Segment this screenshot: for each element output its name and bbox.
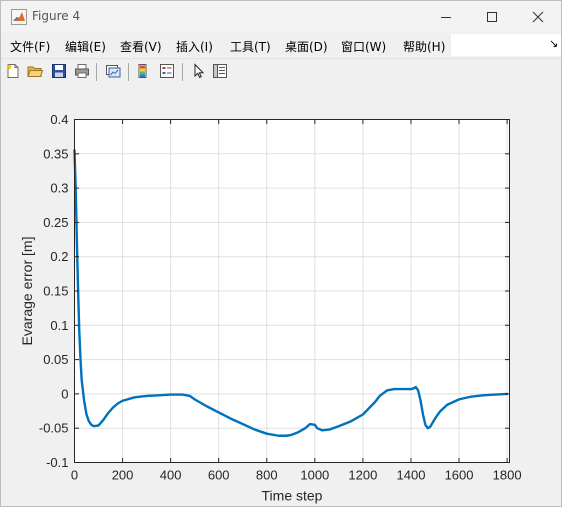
y-tick-label: -0.1 [46, 455, 68, 470]
x-tick-label: 1000 [300, 468, 329, 483]
toolbar-separator [182, 63, 183, 81]
figure-window: Figure 4 文件(F) 编辑(E) 查看(V) 插入(I) 工具(T) 桌… [0, 0, 562, 507]
y-tick-label: 0.15 [43, 284, 68, 299]
menu-view[interactable]: 查看(V) [120, 38, 162, 55]
legend-icon[interactable] [159, 63, 175, 79]
y-axis-label: Evarage error [m] [19, 237, 35, 346]
title-bar: Figure 4 [1, 1, 561, 32]
matlab-logo-icon [11, 9, 27, 25]
x-tick-label: 400 [160, 468, 182, 483]
window-title: Figure 4 [32, 9, 81, 23]
x-tick-label: 1800 [493, 468, 522, 483]
x-tick-label: 200 [112, 468, 134, 483]
x-tick-label: 600 [208, 468, 230, 483]
menu-window[interactable]: 窗口(W) [341, 38, 386, 55]
x-tick-labels: 0 200 400 600 800 1000 1200 1400 1600 1800 [71, 468, 522, 483]
toolbar-separator [96, 63, 97, 81]
x-tick-label: 1600 [445, 468, 474, 483]
new-figure-icon[interactable] [5, 63, 21, 79]
minimize-icon [441, 16, 451, 18]
x-tick-label: 1400 [397, 468, 426, 483]
menu-tools[interactable]: 工具(T) [230, 38, 271, 55]
x-tick-label: 0 [71, 468, 78, 483]
menu-bar: 文件(F) 编辑(E) 查看(V) 插入(I) 工具(T) 桌面(D) 窗口(W… [1, 32, 561, 58]
y-tick-label: 0.3 [50, 181, 68, 196]
y-tick-label: -0.05 [39, 421, 69, 436]
menu-insert[interactable]: 插入(I) [176, 38, 213, 55]
y-tick-label: 0.2 [50, 249, 68, 264]
link-plot-icon[interactable] [105, 63, 121, 79]
y-tick-label: 0.35 [43, 146, 68, 161]
figure-canvas: 0 200 400 600 800 1000 1200 1400 1600 1800 -0.1 -0… [1, 85, 561, 506]
y-tick-label: 0.4 [50, 112, 68, 127]
toolbar-separator [128, 63, 129, 81]
close-button[interactable] [515, 1, 561, 32]
menu-bar-filler [451, 34, 561, 56]
y-tick-labels: -0.1 -0.05 0 0.05 0.1 0.15 0.2 0.25 0.3 0.35 0.4 [39, 112, 69, 470]
x-axis-label: Time step [262, 488, 323, 504]
menu-edit[interactable]: 编辑(E) [65, 38, 106, 55]
line-chart: 0 200 400 600 800 1000 1200 1400 1600 1800 -0.1-0… [19, 112, 522, 504]
y-tick-label: 0.25 [43, 215, 68, 230]
y-tick-label: 0 [61, 386, 68, 401]
x-tick-label: 800 [256, 468, 278, 483]
property-editor-icon[interactable] [212, 63, 228, 79]
close-icon [532, 11, 544, 22]
menu-file[interactable]: 文件(F) [10, 38, 50, 55]
toolbar [1, 58, 561, 86]
print-icon[interactable] [74, 63, 90, 79]
menu-help[interactable]: 帮助(H) [403, 38, 445, 55]
y-tick-label: 0.1 [50, 318, 68, 333]
menu-desktop[interactable]: 桌面(D) [285, 38, 328, 55]
open-file-icon[interactable] [27, 63, 43, 79]
menu-overflow-arrow-icon[interactable]: ↘ [549, 37, 558, 50]
pointer-icon[interactable] [191, 63, 207, 79]
minimize-button[interactable] [423, 1, 469, 32]
save-icon[interactable] [51, 63, 67, 79]
x-tick-label: 1200 [348, 468, 377, 483]
colorbar-icon[interactable] [137, 63, 153, 79]
maximize-button[interactable] [469, 1, 515, 32]
y-tick-label: 0.05 [43, 352, 68, 367]
maximize-icon [487, 11, 497, 22]
